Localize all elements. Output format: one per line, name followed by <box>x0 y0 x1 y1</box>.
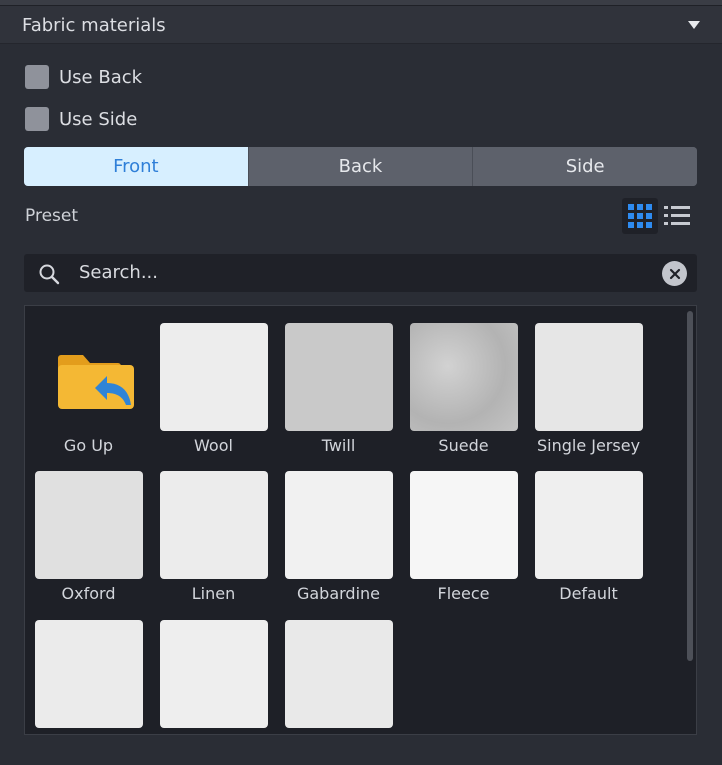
material-tile[interactable]: Gabardine <box>276 471 401 603</box>
material-tile[interactable]: Fleece <box>401 471 526 603</box>
tile-label: Default <box>559 584 618 603</box>
folder-up-icon <box>35 323 143 431</box>
material-tile[interactable]: Twill <box>276 323 401 455</box>
fabric-swatch <box>159 471 268 579</box>
material-tile[interactable]: Default <box>526 471 651 603</box>
search-icon <box>39 264 60 285</box>
fabric-swatch <box>409 471 518 579</box>
use-side-checkbox[interactable] <box>25 107 49 131</box>
use-side-label: Use Side <box>59 108 138 130</box>
caret-down-icon[interactable] <box>688 21 700 29</box>
grid-view-icon[interactable] <box>622 198 658 234</box>
fabric-swatch <box>284 471 393 579</box>
material-tile[interactable] <box>151 620 276 733</box>
fabric-swatch <box>409 323 518 431</box>
preset-grid: Go Up Wool Twill Suede Single Jersey Oxf… <box>24 305 697 735</box>
fabric-swatch <box>159 620 268 728</box>
tile-label: Gabardine <box>296 584 381 603</box>
tile-label: Single Jersey <box>536 436 641 455</box>
panel-title: Fabric materials <box>22 15 166 36</box>
fabric-swatch <box>34 620 143 728</box>
tab-back[interactable]: Back <box>247 147 473 186</box>
material-tile[interactable] <box>276 620 401 733</box>
tile-label: Fleece <box>437 584 490 603</box>
list-view-icon[interactable] <box>664 203 692 229</box>
tab-side[interactable]: Side <box>472 147 697 186</box>
search-input[interactable]: Search... <box>79 262 158 283</box>
fabric-swatch <box>284 620 393 728</box>
tile-label: Wool <box>194 436 233 455</box>
material-tile[interactable]: Linen <box>151 471 276 603</box>
material-tile[interactable]: Oxford <box>26 471 151 603</box>
material-tile[interactable]: Wool <box>151 323 276 455</box>
use-back-checkbox[interactable] <box>25 65 49 89</box>
search-bar[interactable]: Search... <box>24 254 697 292</box>
side-tabs: Front Back Side <box>24 147 697 186</box>
use-side-option[interactable]: Use Side <box>25 106 137 132</box>
tile-label: Twill <box>321 436 356 455</box>
tile-label: Linen <box>191 584 236 603</box>
use-back-label: Use Back <box>59 66 143 88</box>
material-tile[interactable]: Single Jersey <box>526 323 651 455</box>
fabric-swatch <box>534 323 643 431</box>
tile-label: Oxford <box>61 584 116 603</box>
fabric-swatch <box>534 471 643 579</box>
fabric-swatch <box>284 323 393 431</box>
use-back-option[interactable]: Use Back <box>25 64 142 90</box>
fabric-swatch <box>34 471 143 579</box>
tab-front[interactable]: Front <box>24 147 248 186</box>
preset-label: Preset <box>25 206 79 226</box>
fabric-swatch <box>159 323 268 431</box>
material-tile[interactable] <box>26 620 151 733</box>
material-tile[interactable]: Suede <box>401 323 526 455</box>
tile-label: Suede <box>438 436 489 455</box>
go-up-tile[interactable]: Go Up <box>26 323 151 455</box>
clear-search-icon[interactable] <box>662 261 687 286</box>
scrollbar[interactable] <box>687 311 693 661</box>
panel-header[interactable]: Fabric materials <box>0 6 722 44</box>
tile-label: Go Up <box>63 436 114 455</box>
